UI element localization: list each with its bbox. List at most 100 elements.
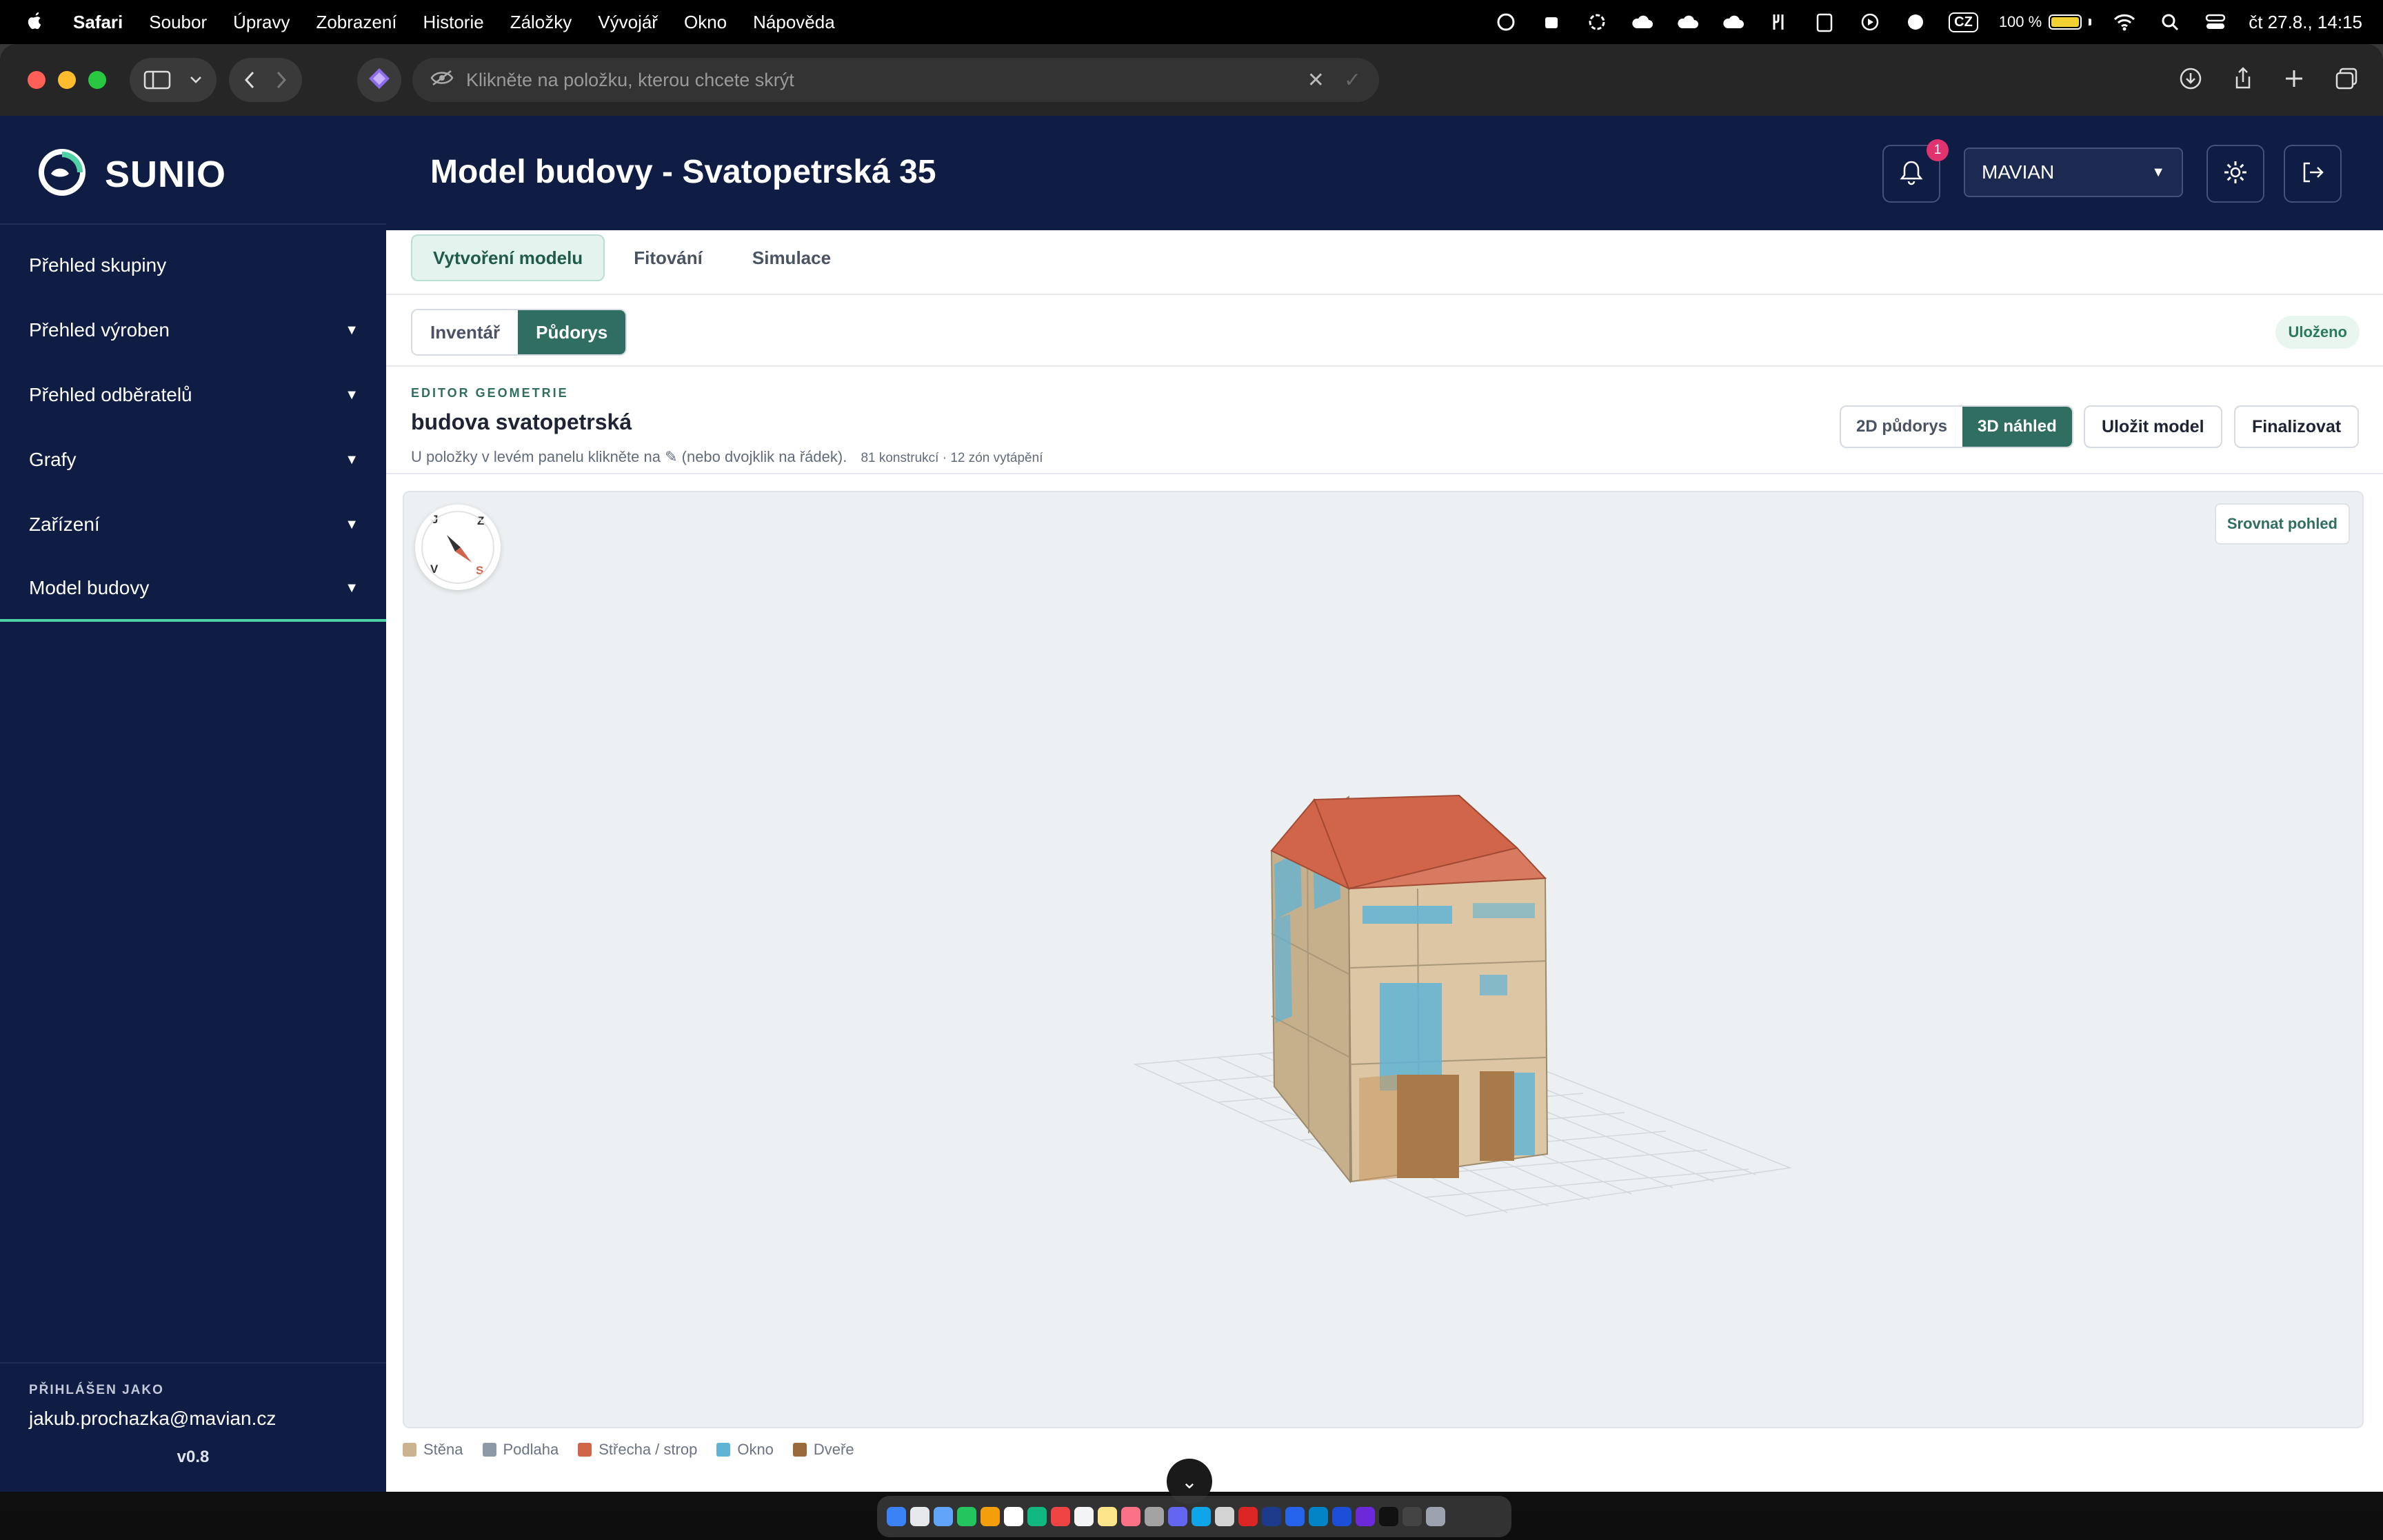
smiley-icon[interactable] bbox=[1903, 10, 1928, 34]
dock-app-icon[interactable] bbox=[1379, 1507, 1398, 1526]
menu-history[interactable]: Historie bbox=[423, 12, 484, 33]
dock-app-icon[interactable] bbox=[1402, 1507, 1422, 1526]
dock-app-icon[interactable] bbox=[1262, 1507, 1281, 1526]
menu-file[interactable]: Soubor bbox=[149, 12, 207, 33]
menu-view[interactable]: Zobrazení bbox=[316, 12, 396, 33]
dock-app-icon[interactable] bbox=[1192, 1507, 1211, 1526]
logout-button[interactable] bbox=[2284, 145, 2342, 203]
menu-bookmarks[interactable]: Záložky bbox=[510, 12, 572, 33]
dock-app-icon[interactable] bbox=[1121, 1507, 1140, 1526]
address-bar[interactable]: Klikněte na položku, kterou chcete skrýt… bbox=[412, 58, 1379, 102]
cloud-icon[interactable] bbox=[1721, 10, 1746, 34]
dock-app-icon[interactable] bbox=[1238, 1507, 1258, 1526]
tab-fitting[interactable]: Fitování bbox=[613, 234, 723, 281]
chevron-down-icon[interactable] bbox=[189, 75, 203, 85]
macos-menu-bar: Safari Soubor Úpravy Zobrazení Historie … bbox=[0, 0, 2383, 44]
menu-edit[interactable]: Úpravy bbox=[233, 12, 290, 33]
dock-app-icon[interactable] bbox=[887, 1507, 906, 1526]
view-2d-button[interactable]: 2D půdorys bbox=[1841, 407, 1962, 447]
close-window-button[interactable] bbox=[28, 71, 46, 89]
forward-icon[interactable] bbox=[274, 70, 288, 90]
subtab-floorplan[interactable]: Půdorys bbox=[518, 310, 626, 354]
save-model-button[interactable]: Uložit model bbox=[2084, 405, 2222, 448]
sidebar-toggle-group bbox=[130, 58, 217, 102]
reset-view-button[interactable]: Srovnat pohled bbox=[2214, 503, 2350, 545]
dock-app-icon[interactable] bbox=[1098, 1507, 1117, 1526]
clock[interactable]: čt 27.8., 14:15 bbox=[2249, 12, 2362, 33]
menu-app-name[interactable]: Safari bbox=[73, 12, 123, 33]
close-icon[interactable]: ✕ bbox=[1307, 68, 1325, 92]
view-3d-button[interactable]: 3D náhled bbox=[1962, 407, 2072, 447]
back-icon[interactable] bbox=[243, 70, 257, 90]
sidebar-item-consumers-overview[interactable]: Přehled odběratelů ▼ bbox=[0, 363, 386, 427]
legend-label: Dveře bbox=[813, 1441, 854, 1458]
cloud-icon[interactable] bbox=[1630, 10, 1655, 34]
sidebar-item-charts[interactable]: Grafy ▼ bbox=[0, 427, 386, 492]
dock-app-icon[interactable] bbox=[1332, 1507, 1351, 1526]
battery-indicator[interactable]: 100 % bbox=[1999, 13, 2092, 31]
status-app-icon[interactable] bbox=[1494, 10, 1518, 34]
3d-viewer[interactable]: J Z V S Srovnat pohled bbox=[403, 491, 2364, 1428]
play-icon[interactable] bbox=[1858, 10, 1882, 34]
sidebar-item-plants-overview[interactable]: Přehled výroben ▼ bbox=[0, 298, 386, 363]
checkmark-icon[interactable]: ✓ bbox=[1344, 68, 1361, 92]
sidebar-toggle-icon[interactable] bbox=[143, 70, 171, 90]
dock-app-icon[interactable] bbox=[957, 1507, 976, 1526]
input-source-indicator[interactable]: CZ bbox=[1949, 12, 1978, 32]
dock-app-icon[interactable] bbox=[934, 1507, 953, 1526]
dock-app-icon[interactable] bbox=[1027, 1507, 1047, 1526]
trash-icon[interactable] bbox=[1426, 1507, 1445, 1526]
apple-menu-icon[interactable] bbox=[25, 11, 52, 33]
browser-toolbar: Klikněte na položku, kterou chcete skrýt… bbox=[0, 44, 2383, 116]
sidebar-item-label: Přehled odběratelů bbox=[29, 384, 192, 405]
clipboard-icon[interactable] bbox=[1812, 10, 1837, 34]
sidebar-item-group-overview[interactable]: Přehled skupiny bbox=[0, 233, 386, 298]
menu-develop[interactable]: Vývojář bbox=[598, 12, 658, 33]
menu-help[interactable]: Nápověda bbox=[753, 12, 835, 33]
control-center-icon[interactable] bbox=[2203, 10, 2228, 34]
wifi-icon[interactable] bbox=[2112, 10, 2137, 34]
share-icon[interactable] bbox=[2233, 66, 2253, 94]
sidebar-item-building-model[interactable]: Model budovy ▼ bbox=[0, 557, 386, 622]
dock-app-icon[interactable] bbox=[1051, 1507, 1070, 1526]
dock-app-icon[interactable] bbox=[1145, 1507, 1164, 1526]
tab-model-creation[interactable]: Vytvoření modelu bbox=[411, 234, 605, 281]
dock-app-icon[interactable] bbox=[910, 1507, 929, 1526]
caret-down-icon: ▼ bbox=[345, 452, 359, 467]
dock-app-icon[interactable] bbox=[1215, 1507, 1234, 1526]
subtab-inventory[interactable]: Inventář bbox=[412, 310, 518, 354]
downloads-icon[interactable] bbox=[2179, 67, 2202, 94]
zoom-window-button[interactable] bbox=[88, 71, 106, 89]
dock-app-icon[interactable] bbox=[1074, 1507, 1094, 1526]
dock-app-icon[interactable] bbox=[981, 1507, 1000, 1526]
legend-item-window: Okno bbox=[716, 1441, 774, 1459]
dock-app-icon[interactable] bbox=[1168, 1507, 1187, 1526]
minimize-window-button[interactable] bbox=[58, 71, 76, 89]
building-3d-scene[interactable] bbox=[404, 492, 2364, 1428]
compass[interactable]: J Z V S bbox=[415, 505, 501, 590]
spotlight-search-icon[interactable] bbox=[2158, 10, 2182, 34]
new-tab-icon[interactable] bbox=[2284, 68, 2304, 92]
compass-needle-icon bbox=[421, 511, 494, 584]
dock-app-icon[interactable] bbox=[1004, 1507, 1023, 1526]
finalize-button[interactable]: Finalizovat bbox=[2234, 405, 2360, 448]
hide-eye-icon bbox=[430, 70, 454, 91]
extension-button[interactable] bbox=[357, 58, 401, 102]
sidebar-item-devices[interactable]: Zařízení ▼ bbox=[0, 492, 386, 557]
legend-swatch bbox=[482, 1443, 496, 1457]
dock-app-icon[interactable] bbox=[1356, 1507, 1375, 1526]
tab-overview-icon[interactable] bbox=[2335, 67, 2358, 94]
notifications-button[interactable]: 1 bbox=[1882, 139, 1949, 203]
organization-select[interactable]: MAVIAN ▼ bbox=[1964, 148, 2183, 197]
menu-window[interactable]: Okno bbox=[684, 12, 727, 33]
settings-button[interactable] bbox=[2206, 145, 2264, 203]
dock-app-icon[interactable] bbox=[1309, 1507, 1328, 1526]
tab-simulation[interactable]: Simulace bbox=[732, 234, 852, 281]
app-version: v0.8 bbox=[177, 1448, 210, 1466]
tools-icon[interactable] bbox=[1767, 10, 1791, 34]
cloud-icon[interactable] bbox=[1676, 10, 1700, 34]
dock-app-icon[interactable] bbox=[1285, 1507, 1305, 1526]
brand[interactable]: SUNIO bbox=[36, 146, 226, 202]
status-app-icon[interactable] bbox=[1539, 10, 1564, 34]
openai-icon[interactable] bbox=[1585, 10, 1609, 34]
